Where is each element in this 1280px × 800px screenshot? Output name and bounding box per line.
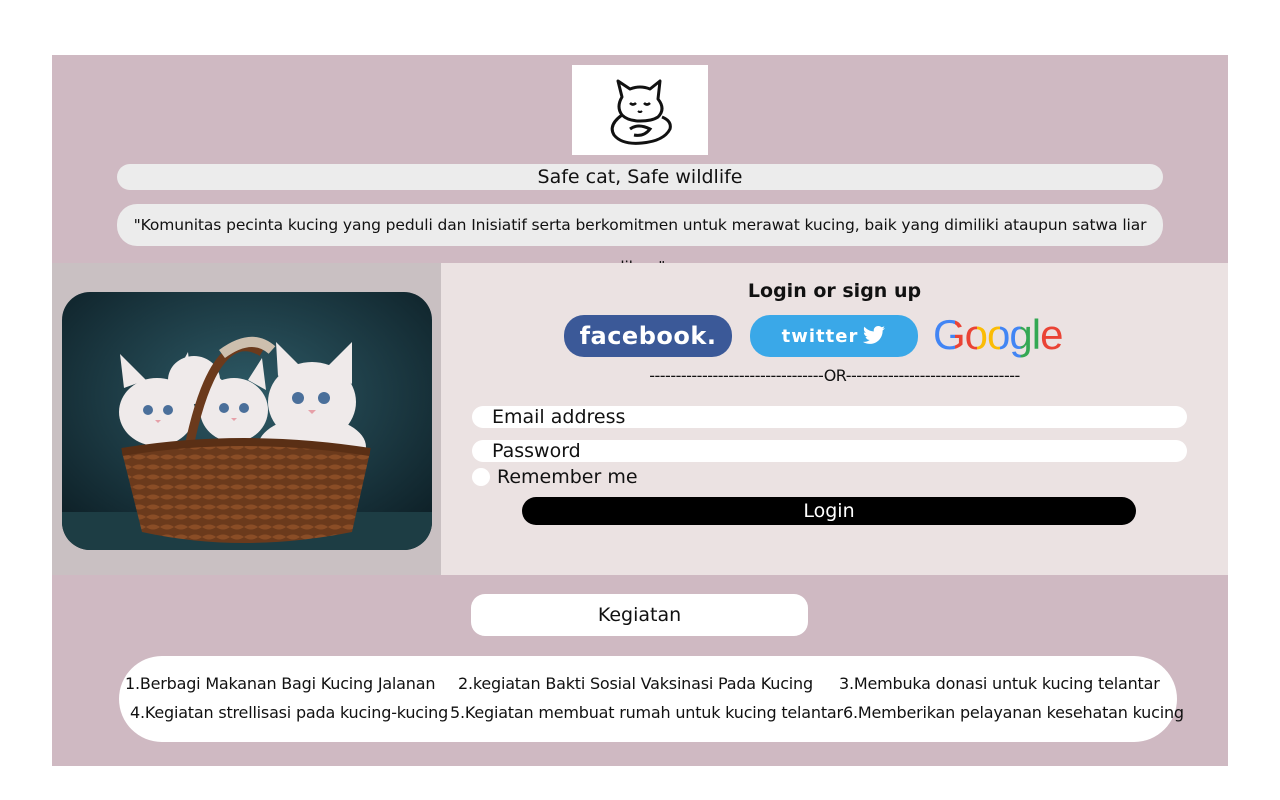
twitter-logo: twitter [781, 325, 859, 347]
facebook-login-button[interactable]: facebook. [564, 315, 732, 357]
kegiatan-list: 1.Berbagi Makanan Bagi Kucing Jalanan 2.… [119, 656, 1184, 742]
twitter-login-button[interactable]: twitter [750, 315, 918, 357]
community-quote: "Komunitas pecinta kucing yang peduli da… [117, 204, 1163, 276]
list-item: 3.Membuka donasi untuk kucing telantar [839, 674, 1160, 693]
remember-me-label: Remember me [497, 466, 638, 488]
list-item: 4.Kegiatan strellisasi pada kucing-kucin… [130, 703, 449, 722]
login-panel: Login or sign up facebook. twitter Googl… [441, 263, 1228, 575]
remember-me-radio[interactable] [472, 468, 490, 486]
kittens-in-basket-photo [62, 292, 432, 550]
email-field[interactable]: Email address [472, 406, 1187, 428]
facebook-logo: facebook. [579, 322, 717, 350]
twitter-bird-icon [863, 326, 886, 344]
tagline: Safe cat, Safe wildlife [117, 164, 1163, 190]
google-logo: Google [933, 311, 1063, 358]
list-item: 5.Kegiatan membuat rumah untuk kucing te… [450, 703, 843, 722]
kegiatan-title: Kegiatan [471, 594, 808, 636]
cat-logo-icon [572, 65, 708, 155]
remember-me[interactable]: Remember me [472, 466, 638, 488]
password-field[interactable]: Password [472, 440, 1187, 462]
list-item: 1.Berbagi Makanan Bagi Kucing Jalanan [125, 674, 436, 693]
login-button[interactable]: Login [522, 497, 1136, 525]
image-panel [52, 263, 441, 575]
or-divider: ---------------------------------OR-----… [649, 366, 1020, 385]
page-container: Safe cat, Safe wildlife "Komunitas pecin… [52, 55, 1228, 766]
google-login-button[interactable]: Google [933, 311, 1063, 359]
list-item: 2.kegiatan Bakti Sosial Vaksinasi Pada K… [458, 674, 813, 693]
login-title: Login or sign up [747, 280, 922, 302]
list-item: 6.Memberikan pelayanan kesehatan kucing [843, 703, 1184, 722]
